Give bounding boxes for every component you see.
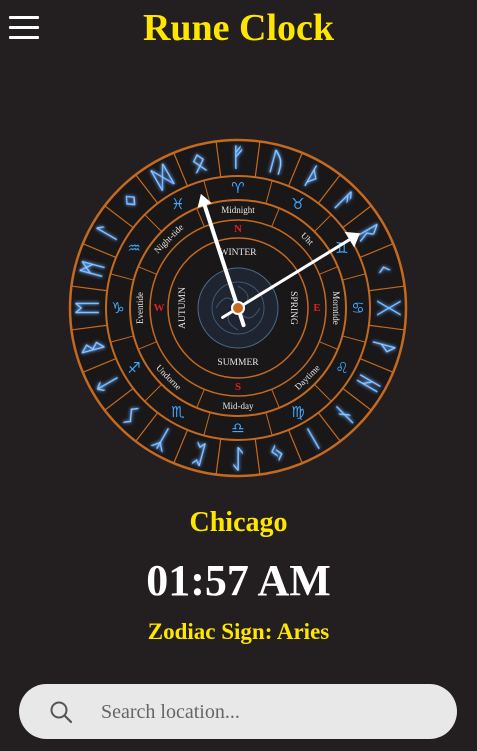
daypart-label: Eventide (135, 292, 145, 324)
zodiac-glyph: ♋ (351, 299, 364, 317)
zodiac-sign: Zodiac Sign: Aries (147, 619, 330, 644)
daypart-label: Mid-day (223, 401, 254, 411)
compass-letter: N (234, 223, 242, 235)
zodiac-glyph: ♒ (127, 239, 140, 257)
center-pin (231, 301, 245, 315)
compass-letter: W (154, 302, 165, 314)
current-time: 01:57 AM (146, 556, 331, 605)
season-label: AUTUMN (178, 287, 188, 329)
app-title: Rune Clock (142, 7, 335, 49)
rune-glyph: ᚠ (230, 143, 246, 173)
season-label: SPRING (288, 291, 298, 325)
search-icon[interactable] (49, 700, 73, 724)
zodiac-glyph: ♉ (291, 195, 304, 213)
zodiac-glyph: ♍ (291, 403, 304, 421)
zodiac-glyph: ♑ (111, 299, 124, 317)
rune-glyph: ᚷ (373, 300, 403, 316)
season-label: WINTER (220, 248, 258, 258)
city-name: Chicago (189, 507, 288, 538)
rune-glyph: ᛖ (73, 300, 103, 316)
search-bar[interactable] (19, 684, 457, 739)
zodiac-glyph: ♎ (231, 419, 244, 437)
daypart-label: Midnight (221, 205, 255, 215)
season-label: SUMMER (217, 358, 259, 368)
zodiac-glyph: ♐ (127, 359, 140, 377)
zodiac-glyph: ♌ (335, 359, 348, 377)
search-input[interactable] (99, 696, 443, 728)
compass-letter: S (235, 381, 241, 393)
rune-clock-face: ᚠ ᚢ ᚦᚨᚱᚲᚷᚹᚺᚾᛁᛃᛇᛈᛉᛊᛏᛒᛖᛗᛚᛜᛞ ᛟ♈♉♊♋♌♍♎♏♐♑♒♓ Midn… (68, 138, 408, 478)
zodiac-glyph: ♈ (231, 179, 244, 197)
zodiac-glyph: ♏ (171, 403, 185, 421)
compass-letter: E (313, 302, 320, 314)
rune-glyph: ᛇ (230, 443, 246, 473)
rune-clock: ᚠ ᚢ ᚦ ᚨ ᚱ ᚲ ᚷ ᚹ ᚺ ᚾ ᛁ ᛃ ᛇ ᛈ ᛉ ᛊ ᛏ ᛒ ᛖ ᛗ ᛚ ᛜ ᛞ ᛟ ♈ ♉ ♊ ♋ ♌ ♍ ♎ ♏ ♐ ♑ ♒ ♓ Midn… (68, 138, 408, 478)
daypart-label: Morntide (331, 291, 341, 325)
zodiac-glyph: ♓ (171, 195, 184, 213)
